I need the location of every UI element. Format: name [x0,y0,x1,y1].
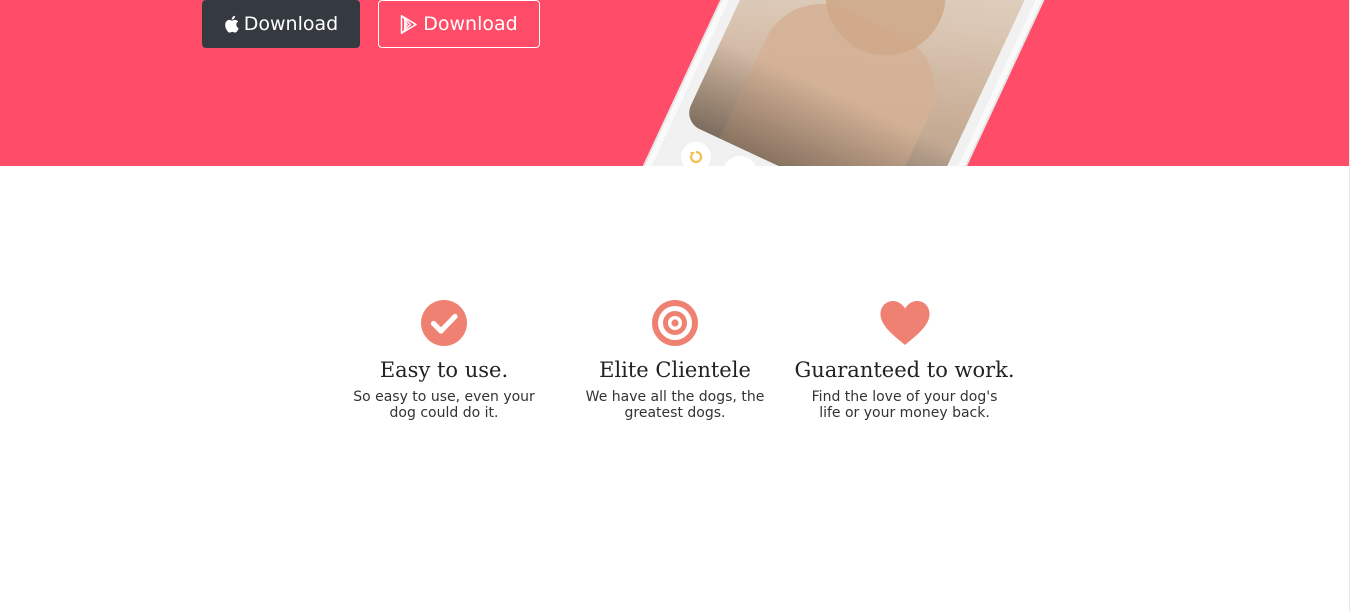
google-play-download-button[interactable]: Download [378,0,540,48]
feature-elite-clientele: Elite Clientele We have all the dogs, th… [570,297,780,421]
feature-description: Find the love of your dog's life or your… [811,389,998,421]
download-label: Download [423,13,518,35]
feature-title: Elite Clientele [599,358,751,382]
check-circle-icon [420,297,468,349]
feature-description: So easy to use, even your dog could do i… [353,389,535,421]
bullseye-icon [651,297,699,349]
feature-title: Easy to use. [379,358,509,382]
dog-photo [683,0,1040,166]
apple-icon [224,15,239,33]
features-section: Easy to use. So easy to use, even your d… [0,166,1349,612]
feature-title: Guaranteed to work. [794,358,1015,382]
rewind-icon [681,142,711,166]
feature-guaranteed: Guaranteed to work. Find the love of you… [794,297,1015,421]
feature-description: We have all the dogs, the greatest dogs. [585,389,765,421]
app-store-download-button[interactable]: Download [202,0,360,48]
heart-icon [879,297,931,349]
feature-easy-to-use: Easy to use. So easy to use, even your d… [340,297,548,421]
google-play-icon [400,14,418,34]
download-label: Download [243,13,339,35]
phone-mockup [624,0,1066,166]
hero-section: Download Download [0,0,1349,166]
